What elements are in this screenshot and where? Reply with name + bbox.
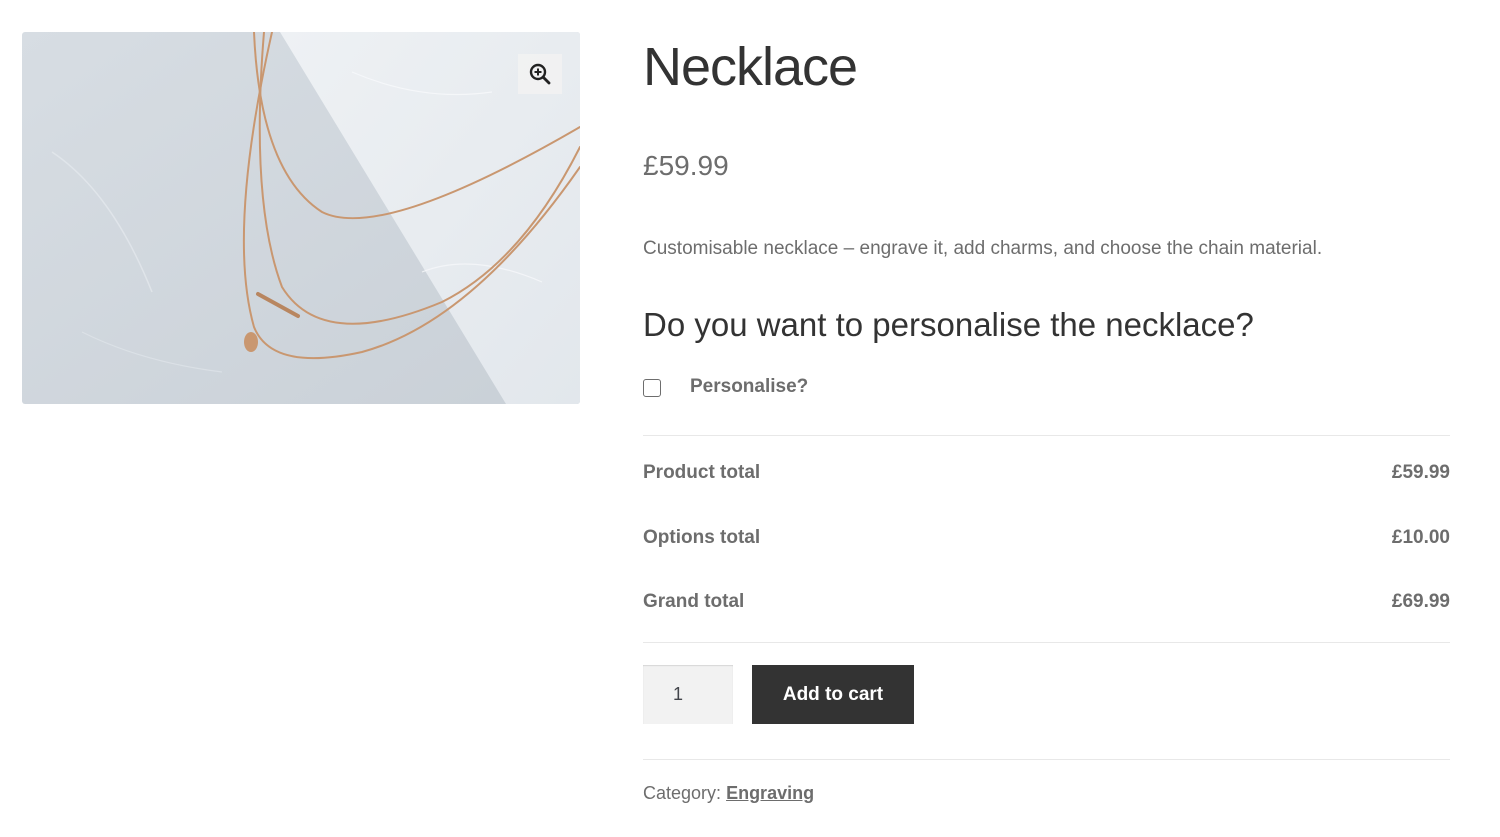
divider: [643, 642, 1450, 643]
zoom-in-icon: [529, 63, 551, 85]
options-total-row: Options total £10.00: [643, 527, 1450, 549]
personalise-checkbox[interactable]: [643, 379, 661, 397]
options-total-label: Options total: [643, 527, 761, 548]
options-total-value: £10.00: [1391, 527, 1450, 548]
divider: [643, 435, 1450, 436]
grand-total-row: Grand total £69.99: [643, 591, 1450, 613]
product-description: Customisable necklace – engrave it, add …: [643, 238, 1323, 259]
product-total-row: Product total £59.99: [643, 462, 1450, 484]
product-gallery: [22, 32, 580, 404]
product-total-value: £59.99: [1391, 462, 1450, 483]
product-price: £59.99: [643, 150, 729, 181]
product-image[interactable]: [22, 32, 580, 404]
grand-total-value: £69.99: [1391, 591, 1450, 612]
add-to-cart-button[interactable]: Add to cart: [752, 665, 914, 724]
category-label: Category:: [643, 783, 722, 803]
divider: [643, 759, 1450, 760]
category-link[interactable]: Engraving: [726, 783, 814, 803]
zoom-button[interactable]: [518, 54, 562, 94]
product-total-label: Product total: [643, 462, 761, 483]
options-question: Do you want to personalise the necklace?: [643, 306, 1254, 343]
quantity-input[interactable]: [643, 665, 733, 724]
personalise-option[interactable]: Personalise?: [643, 376, 808, 398]
grand-total-label: Grand total: [643, 591, 745, 612]
product-meta: Category: Engraving: [643, 783, 814, 804]
personalise-label[interactable]: Personalise?: [690, 376, 808, 398]
product-title: Necklace: [643, 37, 858, 97]
